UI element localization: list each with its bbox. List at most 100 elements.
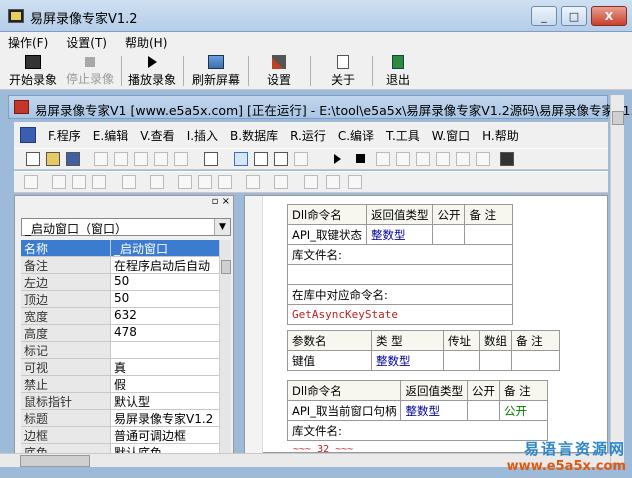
property-row[interactable]: 高度 478 [21,325,221,342]
align-top-icon[interactable] [122,175,136,189]
watermark-line-1: 易语言资源网 [523,440,626,458]
property-scrollbar[interactable] [219,240,231,466]
menu-help[interactable]: 帮助(H) [125,34,167,51]
binoculars-icon[interactable] [500,152,514,166]
redo-icon[interactable] [174,152,188,166]
play-record-button[interactable]: 播放录象 [126,52,178,90]
property-row[interactable]: 顶边 50 [21,291,221,308]
maximize-button[interactable]: □ [561,6,587,26]
step-into-icon[interactable] [376,152,390,166]
align-bottom-icon[interactable] [178,175,192,189]
layout-b-icon[interactable] [254,152,268,166]
ide-menu-compile[interactable]: C.编译 [338,127,374,144]
center-horizontal-icon[interactable] [304,175,318,189]
paste-icon[interactable] [134,152,148,166]
table-row[interactable]: GetAsyncKeyState [286,304,514,325]
code-editor[interactable]: Dll命令名 返回值类型 公开 备 注 API_取键状态 整数型 库文件名: 在… [244,195,608,455]
property-row[interactable]: 备注 在程序启动后自动 [21,257,221,274]
center-both-icon[interactable] [348,175,362,189]
scroll-thumb[interactable] [612,111,624,125]
open-folder-icon[interactable] [46,152,60,166]
ide-menu-help[interactable]: H.帮助 [482,127,519,144]
ide-menu-insert[interactable]: I.插入 [187,127,218,144]
minimize-button[interactable]: _ [531,6,557,26]
center-vertical-icon[interactable] [326,175,340,189]
refresh-screen-button[interactable]: 刷新屏幕 [188,52,244,90]
child-window-title: 易屏录像专家V1 [www.e5a5x.com] [正在运行] - E:\too… [35,103,632,118]
align-grid-icon[interactable] [24,175,38,189]
ide-menu-run[interactable]: R.运行 [290,127,326,144]
chevron-down-icon[interactable]: ▼ [214,219,230,235]
toolbar-separator [121,56,122,86]
menu-operate[interactable]: 操作(F) [8,34,48,51]
same-height-icon[interactable] [218,175,232,189]
ide-menu-window[interactable]: W.窗口 [432,127,470,144]
settings-button[interactable]: 设置 [256,52,302,90]
align-right-icon[interactable] [92,175,106,189]
undo-icon[interactable] [154,152,168,166]
scroll-thumb[interactable] [20,455,90,467]
ide-menu-tools[interactable]: T.工具 [386,127,420,144]
exit-button[interactable]: 退出 [378,52,418,90]
play-icon [147,56,157,68]
step-over-icon[interactable] [396,152,410,166]
cut-icon[interactable] [94,152,108,166]
align-middle-icon[interactable] [150,175,164,189]
new-file-icon[interactable] [26,152,40,166]
space-vertical-icon[interactable] [274,175,288,189]
space-horizontal-icon[interactable] [246,175,260,189]
ide-menu-view[interactable]: V.查看 [140,127,174,144]
align-left-icon[interactable] [52,175,66,189]
save-icon[interactable] [66,152,80,166]
align-center-icon[interactable] [72,175,86,189]
layout-a-icon[interactable] [234,152,248,166]
param-table-1: 参数名 类 型 传址 数组 备 注 键值 整数型 [287,330,560,371]
watch-icon[interactable] [476,152,490,166]
copy-icon[interactable] [114,152,128,166]
ide-menu-database[interactable]: B.数据库 [230,127,278,144]
title-bar: 易屏录像专家V1.2 _ □ X [0,0,632,32]
toolbar-separator [310,56,311,86]
stop-run-icon[interactable] [356,154,365,163]
vertical-scrollbar[interactable] [610,95,624,463]
menu-settings[interactable]: 设置(T) [66,34,107,51]
property-row[interactable]: 宽度 632 [21,308,221,325]
find-icon[interactable] [204,152,218,166]
property-row[interactable]: 左边 50 [21,274,221,291]
breakpoint-icon[interactable] [456,152,470,166]
exit-icon [392,55,404,69]
property-row[interactable]: 标记 [21,342,221,359]
toolbar-separator [248,56,249,86]
start-record-button[interactable]: 开始录象 [8,52,58,90]
close-button[interactable]: X [591,6,627,26]
ide-menu-program[interactable]: F.程序 [48,127,81,144]
ide-menu-bar: F.程序 E.编辑 V.查看 I.插入 B.数据库 R.运行 C.编译 T.工具… [14,122,608,148]
same-width-icon[interactable] [198,175,212,189]
stop-icon [85,57,95,67]
table-row[interactable]: 键值 整数型 [287,350,560,371]
property-row[interactable]: 边框 普通可调边框 [21,427,221,444]
table-row[interactable]: API_取当前窗口句柄 整数型 公开 [286,400,548,421]
scroll-thumb[interactable] [221,260,231,274]
component-selector[interactable]: _启动窗口（窗口） ▼ [21,218,231,236]
property-row[interactable]: 标题 易屏录像专家V1.2 [21,410,221,427]
table-row[interactable] [286,264,514,285]
editor-gutter [245,196,263,454]
ide-menu-edit[interactable]: E.编辑 [93,127,128,144]
layout-d-icon[interactable] [294,152,308,166]
run-icon[interactable] [334,154,341,164]
layout-c-icon[interactable] [274,152,288,166]
property-row[interactable]: 可视真 [21,359,221,376]
property-row[interactable]: 鼠标指针 默认型 [21,393,221,410]
stop-record-button[interactable]: 停止录像 [64,52,116,90]
settings-tools-icon [272,55,286,69]
property-row[interactable]: 名称 _启动窗口 [21,240,221,257]
about-button[interactable]: 关于 [320,52,366,90]
table-row[interactable]: API_取键状态 整数型 [287,224,514,245]
panel-controls[interactable]: ▫ × [193,196,233,210]
property-row[interactable]: 禁止假 [21,376,221,393]
app-icon [8,9,24,23]
ide-app-icon [14,100,29,114]
run-to-cursor-icon[interactable] [436,152,450,166]
step-out-icon[interactable] [416,152,430,166]
